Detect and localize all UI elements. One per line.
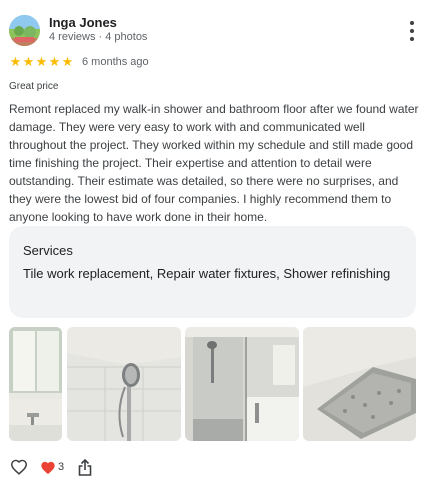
star-rating: ★ ★ ★ ★ ★ [9, 55, 74, 69]
star-icon: ★ [48, 54, 61, 69]
rating-row: ★ ★ ★ ★ ★ 6 months ago [9, 55, 149, 69]
review-time: 6 months ago [82, 56, 149, 68]
shower-floor-tile-photo[interactable] [303, 327, 416, 441]
reaction-button[interactable]: 3 [40, 460, 64, 475]
services-box: Services Tile work replacement, Repair w… [9, 226, 416, 318]
review-text: Remont replaced my walk-in shower and ba… [9, 102, 419, 224]
more-options-icon[interactable] [407, 21, 417, 41]
star-icon: ★ [9, 54, 22, 69]
share-icon[interactable] [76, 457, 94, 477]
star-icon: ★ [22, 54, 35, 69]
avatar[interactable] [9, 15, 40, 46]
shower-head-photo[interactable] [67, 327, 181, 441]
reaction-count: 3 [58, 461, 65, 473]
reviewer-meta: 4 reviews · 4 photos [49, 31, 148, 43]
services-title: Services [23, 243, 73, 258]
services-list: Tile work replacement, Repair water fixt… [23, 266, 391, 281]
review-actions: 3 [9, 456, 94, 478]
glass-shower-enclosure-photo[interactable] [185, 327, 299, 441]
star-icon: ★ [61, 54, 74, 69]
red-heart-icon [41, 461, 55, 474]
heart-outline-icon[interactable] [9, 457, 29, 477]
review-header: Inga Jones 4 reviews · 4 photos [9, 15, 417, 47]
star-icon: ★ [35, 54, 48, 69]
bathroom-window-tub-photo[interactable] [9, 327, 62, 441]
review-tag: Great price [9, 81, 59, 92]
reviewer-name[interactable]: Inga Jones [49, 15, 117, 30]
